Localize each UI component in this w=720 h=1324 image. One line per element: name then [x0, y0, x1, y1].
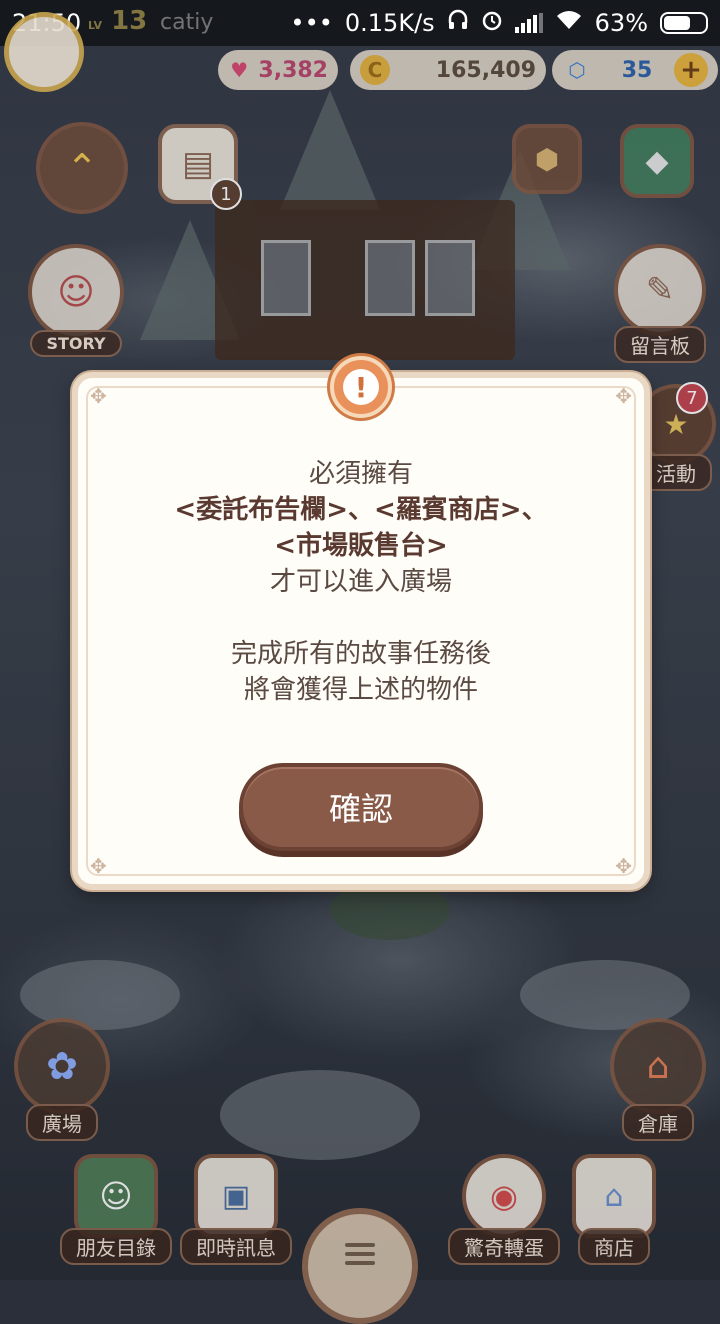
plaza-label: 廣場: [26, 1104, 98, 1141]
calendar-badge: 1: [210, 178, 242, 210]
gem-icon: ⬡: [568, 58, 586, 82]
chevron-up-icon: ⌃: [66, 146, 98, 190]
player-name: catiy: [160, 10, 214, 35]
shop-label: 商店: [578, 1228, 650, 1265]
alarm-icon: [481, 9, 503, 37]
collapse-menu-button[interactable]: ⌃: [36, 122, 128, 214]
required-items-line: <委託布告欄>、<羅賓商店>、: [174, 495, 548, 525]
dialog-message: 必須擁有 <委託布告欄>、<羅賓商店>、 <市場販售台> 才可以進入廣場 完成所…: [78, 456, 644, 708]
shop-stall-icon: ⌂: [572, 1154, 656, 1238]
gacha-label: 驚奇轉蛋: [448, 1228, 560, 1265]
message-line: 才可以進入廣場: [269, 567, 452, 597]
more-dots-icon: •••: [290, 9, 333, 37]
resource-hud: LV 13 catiy ♥ 3,382 C 165,409 ⬡ 35 +: [0, 6, 720, 96]
wifi-icon: [555, 9, 583, 37]
story-label: STORY: [30, 330, 122, 357]
warehouse-button[interactable]: ⌂ 倉庫: [610, 1018, 706, 1141]
heart-icon: ♥: [230, 58, 249, 82]
notice-dialog: ✥ ✥ ✥ ✥ ! 必須擁有 <委託布告欄>、<羅賓商店>、 <市場販售台> 才…: [72, 356, 650, 890]
coins-counter[interactable]: C 165,409: [350, 50, 546, 90]
events-label: 活動: [640, 454, 712, 491]
plaza-tree-icon: ✿: [14, 1018, 110, 1114]
friends-book-icon: ☺: [74, 1154, 158, 1238]
shop-button[interactable]: ⌂ 商店: [572, 1154, 656, 1265]
gacha-button[interactable]: ◉ 驚奇轉蛋: [448, 1154, 560, 1265]
message-line: 完成所有的故事任務後: [230, 639, 491, 669]
instant-messages-label: 即時訊息: [180, 1228, 292, 1265]
corner-ornament: ✥: [90, 854, 107, 878]
main-menu-button[interactable]: [302, 1208, 418, 1324]
hearts-counter[interactable]: ♥ 3,382: [218, 50, 338, 90]
message-board-icon: ✎: [614, 244, 706, 336]
friends-list-button[interactable]: ☺ 朋友目錄: [60, 1154, 172, 1265]
message-card-icon: ▣: [194, 1154, 278, 1238]
warehouse-icon: ⌂: [610, 1018, 706, 1114]
storage-box-button[interactable]: ◆: [620, 124, 694, 198]
corner-ornament: ✥: [615, 384, 632, 408]
cube-icon: ◆: [620, 124, 694, 198]
signal-icon: [514, 13, 543, 33]
headset-icon: [447, 9, 469, 37]
message-board-button[interactable]: ✎ 留言板: [614, 244, 706, 363]
add-gems-button[interactable]: +: [674, 53, 708, 87]
decorate-button[interactable]: ⬢: [512, 124, 582, 194]
box-icon: ⬢: [512, 124, 582, 194]
player-avatar[interactable]: [4, 12, 84, 92]
gacha-machine-icon: ◉: [462, 1154, 546, 1238]
battery-percent: 63%: [594, 9, 648, 37]
story-character-icon: ☺: [28, 244, 124, 340]
battery-icon: [660, 12, 708, 34]
message-line: 必須擁有: [308, 459, 413, 489]
required-items-line: <市場販售台>: [274, 531, 448, 561]
warehouse-label: 倉庫: [622, 1104, 694, 1141]
friends-list-label: 朋友目錄: [60, 1228, 172, 1265]
network-speed: 0.15K/s: [344, 9, 435, 37]
instant-messages-button[interactable]: ▣ 即時訊息: [180, 1154, 292, 1265]
events-badge: 7: [676, 382, 708, 414]
gems-counter[interactable]: ⬡ 35 +: [552, 50, 718, 90]
story-button[interactable]: ☺ STORY: [28, 244, 124, 357]
menu-icon: [345, 1238, 375, 1270]
corner-ornament: ✥: [90, 384, 107, 408]
message-board-label: 留言板: [614, 326, 706, 363]
corner-ornament: ✥: [615, 854, 632, 878]
alert-icon: !: [330, 356, 392, 418]
coin-icon: C: [360, 55, 390, 85]
message-line: 將會獲得上述的物件: [243, 675, 478, 705]
player-level: LV 13: [88, 6, 148, 36]
calendar-button[interactable]: ▤ 1: [158, 124, 242, 210]
confirm-button[interactable]: 確認: [239, 763, 483, 851]
plaza-button[interactable]: ✿ 廣場: [14, 1018, 110, 1141]
